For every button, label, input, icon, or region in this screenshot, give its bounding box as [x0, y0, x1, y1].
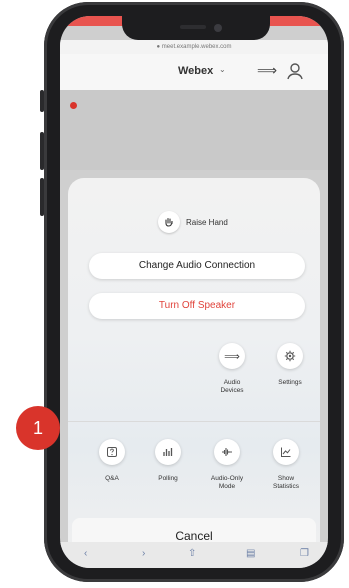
phone-screen: ● meet.example.webex.com Webex ⌄ ⟹ Raise… — [60, 16, 328, 568]
gear-icon — [284, 350, 296, 362]
audio-devices-button[interactable]: ⟹ — [219, 343, 245, 369]
divider — [68, 421, 320, 422]
url-bar[interactable]: ● meet.example.webex.com — [60, 40, 328, 54]
qa-label: Q&A — [87, 475, 137, 483]
audio-wave-icon — [222, 448, 232, 456]
statistics-icon — [281, 447, 291, 457]
tabs-icon[interactable]: ❐ — [300, 548, 309, 559]
label-line: Mode — [218, 483, 236, 490]
share-icon[interactable]: ⇧ — [188, 548, 196, 559]
side-button-volume-up — [40, 132, 44, 170]
label-line: Devices — [220, 387, 244, 394]
label-line: Show — [277, 475, 295, 482]
bluetooth-icon: ⟹ — [224, 350, 240, 363]
bookmarks-icon[interactable]: ▤ — [246, 548, 255, 559]
polling-button[interactable] — [155, 439, 181, 465]
bluetooth-icon[interactable]: ⟹ — [257, 62, 277, 79]
notch — [122, 16, 270, 40]
participants-icon[interactable] — [286, 62, 304, 80]
action-sheet: Raise Hand Change Audio Connection Turn … — [68, 178, 320, 562]
turn-off-speaker-button[interactable]: Turn Off Speaker — [89, 293, 305, 319]
settings-label: Settings — [265, 379, 315, 387]
label-line: Settings — [278, 379, 302, 386]
change-audio-connection-button[interactable]: Change Audio Connection — [89, 253, 305, 279]
side-button-mute — [40, 90, 44, 112]
app-header: Webex ⌄ ⟹ — [60, 54, 328, 91]
polling-label: Polling — [143, 475, 193, 483]
back-icon[interactable]: ‹ — [84, 548, 87, 559]
poll-icon — [163, 448, 173, 456]
chevron-down-icon[interactable]: ⌄ — [219, 65, 226, 74]
video-area — [60, 90, 328, 170]
side-button-volume-down — [40, 178, 44, 216]
show-statistics-label: Show Statistics — [261, 475, 311, 491]
label-line: Audio-Only — [210, 475, 244, 482]
audio-devices-label: Audio Devices — [207, 379, 257, 395]
raise-hand-label: Raise Hand — [186, 217, 228, 227]
settings-button[interactable] — [277, 343, 303, 369]
question-icon — [107, 447, 117, 457]
hand-icon — [158, 211, 180, 233]
forward-icon[interactable]: › — [142, 548, 145, 559]
audio-only-mode-button[interactable] — [214, 439, 240, 465]
qa-button[interactable] — [99, 439, 125, 465]
label-line: Q&A — [105, 475, 119, 482]
front-camera — [214, 24, 222, 32]
label-line: Statistics — [272, 483, 299, 490]
recording-dot-icon — [70, 102, 77, 109]
audio-only-mode-label: Audio-Only Mode — [202, 475, 252, 491]
show-statistics-button[interactable] — [273, 439, 299, 465]
callout-badge: 1 — [16, 406, 60, 450]
phone-frame: ● meet.example.webex.com Webex ⌄ ⟹ Raise… — [40, 2, 344, 582]
label-line: Polling — [158, 475, 178, 482]
meeting-title[interactable]: Webex — [178, 65, 213, 77]
label-line: Audio — [223, 379, 241, 386]
earpiece — [180, 25, 206, 29]
browser-toolbar: ‹ › ⇧ ▤ ❐ — [60, 542, 328, 568]
raise-hand-button[interactable]: Raise Hand — [158, 211, 252, 233]
